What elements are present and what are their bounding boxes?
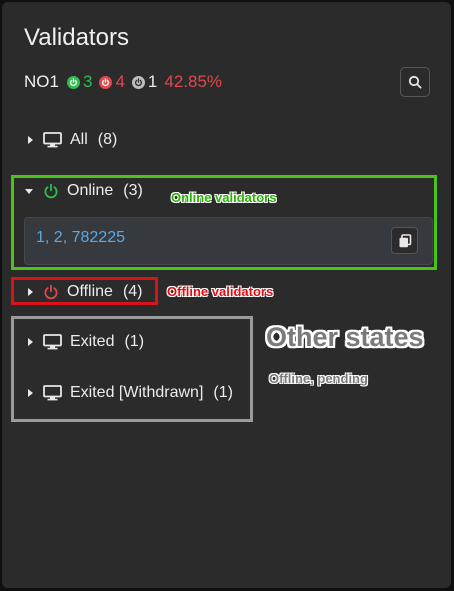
network-name: NO1 — [24, 72, 59, 91]
search-button[interactable] — [400, 67, 430, 97]
other-count: 1 — [147, 72, 158, 91]
caret-right-icon — [28, 136, 33, 144]
other-states-highlight-box — [11, 316, 253, 422]
group-count: (8) — [97, 131, 118, 148]
group-all[interactable]: All (8) — [28, 129, 117, 151]
monitor-icon — [43, 132, 62, 148]
page-title: Validators — [24, 24, 129, 51]
group-label: All — [70, 131, 88, 148]
offline-count: 4 — [115, 72, 125, 91]
offline-highlight-box — [11, 277, 158, 305]
offline-stat: 4 — [99, 72, 125, 92]
online-annotation: Online validators — [171, 190, 277, 205]
power-icon — [131, 75, 145, 89]
online-percentage: 42.85% — [164, 72, 223, 91]
validator-summary: NO1 3 4 1 42.85% — [24, 71, 222, 93]
online-stat: 3 — [66, 72, 93, 92]
power-icon — [66, 75, 80, 89]
power-icon — [99, 75, 113, 89]
other-states-subannotation: Offline, pending — [269, 371, 368, 386]
search-icon — [408, 75, 422, 89]
other-states-annotation: Other states — [266, 322, 424, 352]
offline-annotation: Offline validators — [167, 284, 274, 299]
other-stat: 1 — [131, 72, 158, 92]
online-count: 3 — [82, 72, 93, 91]
